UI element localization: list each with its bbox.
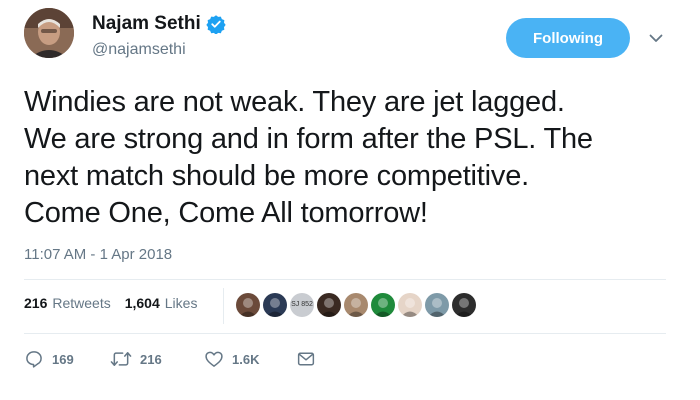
like-count: 1.6K — [232, 351, 260, 367]
author-handle[interactable]: @najamsethi — [92, 41, 186, 59]
avatar-image — [24, 8, 74, 58]
tweet-actions: 169 216 1.6K — [24, 346, 316, 372]
tweet-text: Windies are not weak. They are jet lagge… — [24, 86, 593, 229]
author-name[interactable]: Najam Sethi — [92, 12, 201, 36]
envelope-icon — [297, 352, 315, 366]
retweet-icon — [110, 352, 132, 366]
stats-separator — [223, 288, 224, 324]
tweet-stats: 216 Retweets 1,604 Likes — [24, 295, 197, 311]
like-button[interactable]: 1.6K — [204, 349, 296, 369]
heart-icon — [205, 351, 223, 367]
liker-avatar[interactable]: SJ 852 — [290, 293, 314, 317]
reply-count: 169 — [52, 351, 74, 367]
retweet-count: 216 — [140, 351, 162, 367]
tweet-timestamp[interactable]: 11:07 AM - 1 Apr 2018 — [24, 246, 172, 263]
retweets-stat[interactable]: 216 Retweets — [24, 295, 111, 311]
direct-message-button[interactable] — [296, 350, 316, 368]
liker-avatar[interactable] — [344, 293, 368, 317]
likes-label: Likes — [164, 295, 198, 311]
likes-count: 1,604 — [124, 295, 160, 311]
following-button[interactable]: Following — [506, 18, 630, 58]
divider-bottom — [24, 333, 666, 334]
liker-avatar[interactable] — [398, 293, 422, 317]
retweets-count: 216 — [24, 295, 48, 311]
liker-avatar[interactable] — [317, 293, 341, 317]
retweets-label: Retweets — [52, 295, 111, 311]
retweet-button[interactable]: 216 — [110, 349, 204, 369]
reply-button[interactable]: 169 — [24, 349, 110, 369]
likes-stat[interactable]: 1,604 Likes — [125, 295, 198, 311]
reply-icon — [26, 351, 42, 368]
liker-avatars: SJ 852 — [236, 293, 476, 317]
liker-avatar[interactable] — [263, 293, 287, 317]
liker-avatar[interactable] — [236, 293, 260, 317]
tweet-card: Najam Sethi @najamsethi Following Windie… — [0, 0, 700, 400]
liker-avatar[interactable] — [452, 293, 476, 317]
liker-avatar[interactable] — [425, 293, 449, 317]
liker-avatar[interactable] — [371, 293, 395, 317]
divider-top — [24, 279, 666, 280]
author-avatar[interactable] — [24, 8, 74, 58]
more-options-chevron-icon[interactable] — [646, 30, 666, 46]
verified-badge-icon — [206, 15, 226, 34]
author-name-row[interactable]: Najam Sethi — [92, 12, 226, 36]
